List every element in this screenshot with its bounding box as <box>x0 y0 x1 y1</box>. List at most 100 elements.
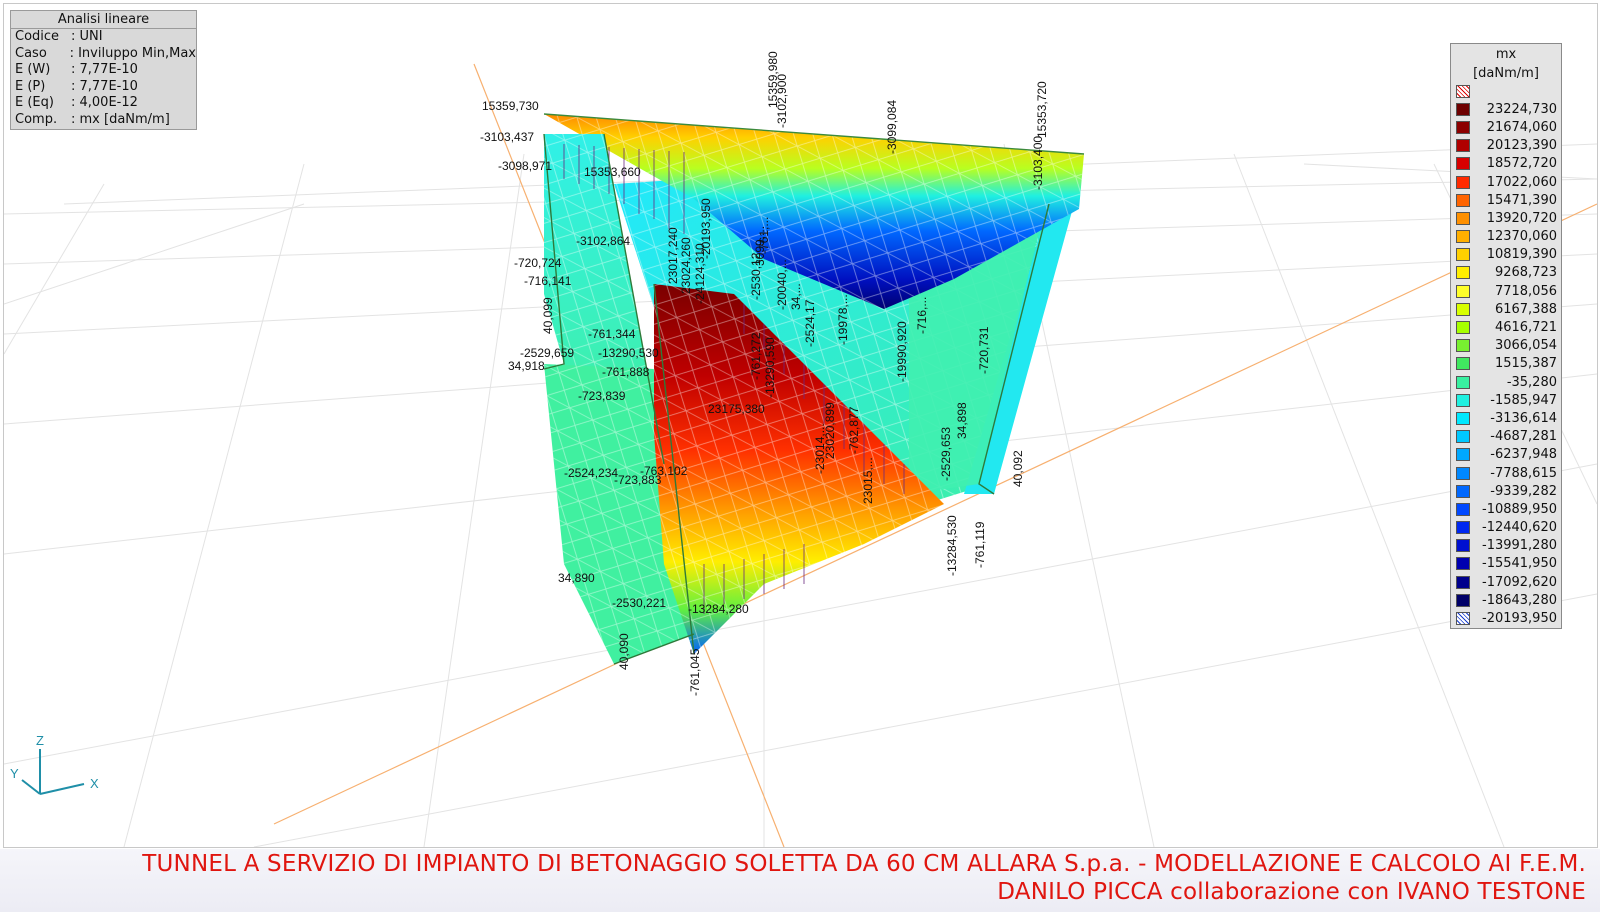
legend-entry: 12370,060 <box>1451 228 1561 246</box>
info-value: : 4,00E-12 <box>71 95 138 111</box>
legend-swatch <box>1456 175 1470 189</box>
value-label: 23024,260 <box>679 237 693 294</box>
legend-entry: -9339,282 <box>1451 482 1561 500</box>
legend-entry: 3066,054 <box>1451 337 1561 355</box>
legend-entry: 23224,730 <box>1451 100 1561 118</box>
info-key: Caso <box>15 45 47 61</box>
legend-swatch <box>1456 393 1470 407</box>
legend-swatch <box>1456 375 1470 389</box>
legend-value: 17022,060 <box>1486 174 1557 190</box>
footer-banner: TUNNEL A SERVIZIO DI IMPIANTO DI BETONAG… <box>0 849 1600 912</box>
legend-value: 13920,720 <box>1486 210 1557 226</box>
legend-value: -35,280 <box>1506 374 1557 390</box>
value-label: -13284,280 <box>688 602 749 616</box>
legend-swatch <box>1456 157 1470 171</box>
value-label: -13290,530 <box>598 346 659 360</box>
info-key: E (P) <box>15 78 46 94</box>
fem-scene[interactable]: 15359,730 -3103,437 -3098,971 15353,660 … <box>4 4 1597 847</box>
legend-entry: 18572,720 <box>1451 155 1561 173</box>
legend-unit: [daNm/m] <box>1473 66 1539 81</box>
legend-entry: 6167,388 <box>1451 300 1561 318</box>
value-label: 3099,... <box>753 226 767 266</box>
value-label: -716,141 <box>524 274 572 288</box>
legend-entry: 9268,723 <box>1451 264 1561 282</box>
info-row: E (P) : 7,77E-10 <box>11 79 196 96</box>
value-label: -3103,437 <box>480 130 534 144</box>
value-label: -3102,900 <box>775 74 789 128</box>
legend-value: 6167,388 <box>1494 301 1557 317</box>
value-label: 34,918 <box>508 359 545 373</box>
info-key: Comp. <box>15 111 58 127</box>
value-label: -3099,084 <box>885 100 899 154</box>
legend-value: 12370,060 <box>1486 229 1557 245</box>
legend-entry: -6237,948 <box>1451 446 1561 464</box>
legend-entry: 17022,060 <box>1451 173 1561 191</box>
value-label: -716,... <box>915 297 929 334</box>
legend-entry: 4616,721 <box>1451 318 1561 336</box>
axis-y-label: Y <box>10 766 19 781</box>
info-value: : 7,77E-10 <box>71 78 138 94</box>
legend-swatch <box>1456 248 1470 262</box>
legend-value: -12440,620 <box>1482 520 1557 536</box>
legend-swatch <box>1456 321 1470 335</box>
value-label: -720,731 <box>977 326 991 374</box>
value-label: 23175,380 <box>708 402 765 416</box>
value-label: -19990,920 <box>895 321 909 382</box>
value-label: 34,890 <box>558 571 595 585</box>
value-label: -2529,659 <box>520 346 574 360</box>
legend-swatch <box>1456 266 1470 280</box>
legend-swatch <box>1456 430 1470 444</box>
legend-entry: -3136,614 <box>1451 409 1561 427</box>
legend-swatch <box>1456 139 1470 153</box>
value-label: -761,045 <box>688 648 702 696</box>
legend-entry: -18643,280 <box>1451 591 1561 609</box>
value-label: -13284,530 <box>945 515 959 576</box>
legend-entry: 20123,390 <box>1451 137 1561 155</box>
value-label: 15353,720 <box>1035 81 1049 138</box>
value-label: -761,272 <box>749 332 763 380</box>
legend-value: 7718,056 <box>1494 283 1557 299</box>
legend-entry: -17092,620 <box>1451 573 1561 591</box>
value-label: -19978,... <box>836 294 850 345</box>
legend-value: 18572,720 <box>1486 156 1557 172</box>
legend-entry: 13920,720 <box>1451 209 1561 227</box>
legend-value: 4616,721 <box>1494 320 1557 336</box>
info-value: : 7,77E-10 <box>71 62 138 78</box>
value-label: -20040,... <box>775 259 789 310</box>
value-label: -23014,... <box>813 423 827 474</box>
value-label: -13290,590 <box>763 337 777 398</box>
value-label: -2530,221 <box>612 596 666 610</box>
legend-swatch <box>1456 575 1470 589</box>
legend-swatch <box>1456 120 1470 134</box>
legend-value: -18643,280 <box>1482 592 1557 608</box>
legend-value: -15541,950 <box>1482 556 1557 572</box>
value-label: 23017,240 <box>666 227 680 284</box>
legend-entry: 21674,060 <box>1451 118 1561 136</box>
value-label: -2529,653 <box>939 427 953 481</box>
value-label: 23015,... <box>861 457 875 504</box>
info-key: E (Eq) <box>15 95 54 111</box>
legend-swatch <box>1456 521 1470 535</box>
legend-swatch <box>1456 466 1470 480</box>
legend-entry: -1585,947 <box>1451 391 1561 409</box>
legend-entry: 1515,387 <box>1451 355 1561 373</box>
value-label: 40,092 <box>1011 450 1025 487</box>
legend-value: 23224,730 <box>1486 101 1557 117</box>
legend-entry: 10819,390 <box>1451 246 1561 264</box>
legend-swatch <box>1456 557 1470 571</box>
value-label: -20193,950 <box>699 198 713 259</box>
value-label: 40,090 <box>617 633 631 670</box>
value-label: -723,839 <box>578 389 626 403</box>
legend-swatch <box>1456 411 1470 425</box>
value-label: -761,344 <box>588 327 636 341</box>
value-label: 15353,660 <box>584 165 641 179</box>
legend-value: 21674,060 <box>1486 119 1557 135</box>
value-label: -761,888 <box>602 365 650 379</box>
value-label: -2524,234 <box>564 466 618 480</box>
info-row: E (W): 7,77E-10 <box>11 62 196 79</box>
info-row: Codice: UNI <box>11 29 196 46</box>
axis-z-label: Z <box>36 733 44 748</box>
legend-swatch <box>1456 612 1470 626</box>
info-value: : Inviluppo Min,Max <box>69 45 196 61</box>
model-viewport[interactable]: 15359,730 -3103,437 -3098,971 15353,660 … <box>3 3 1598 848</box>
